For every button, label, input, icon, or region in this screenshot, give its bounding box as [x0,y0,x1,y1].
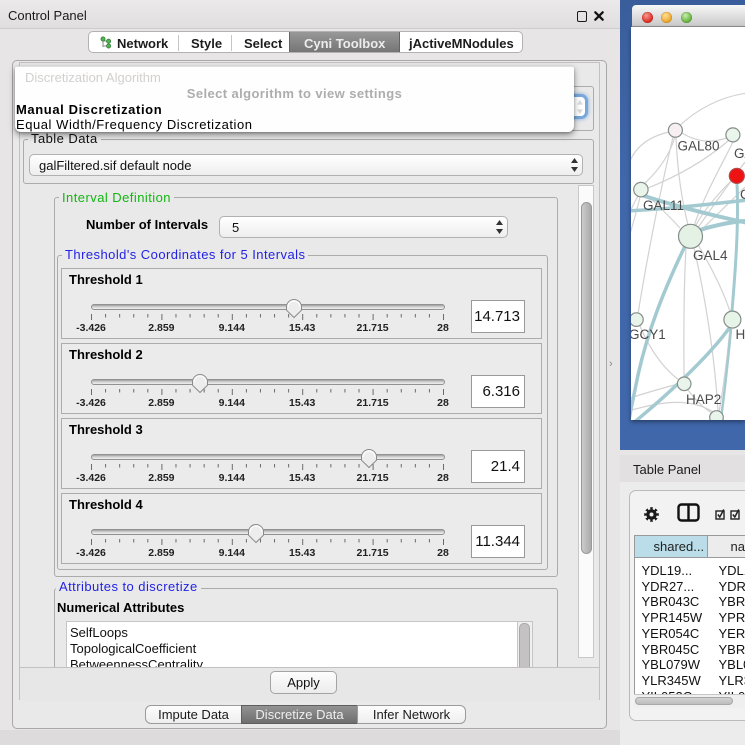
svg-text:GA: GA [734,146,745,161]
svg-text:GAL80: GAL80 [678,139,720,154]
svg-text:GAL4: GAL4 [693,248,728,263]
svg-text:GAL11: GAL11 [643,198,684,213]
svg-text:GCY1: GCY1 [631,327,666,342]
svg-text:HA: HA [736,327,745,342]
svg-text:CA: CA [740,187,745,202]
svg-text:HAP2: HAP2 [686,392,721,407]
